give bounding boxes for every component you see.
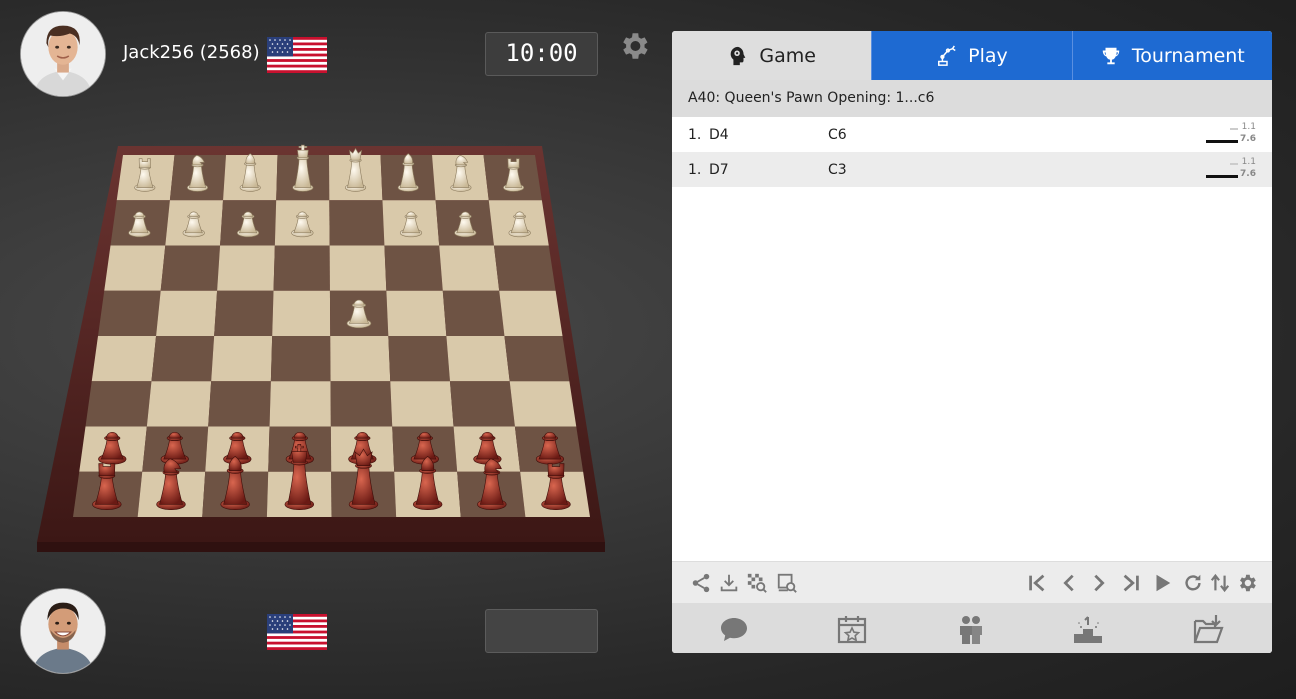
board-square[interactable] <box>272 290 331 336</box>
board-square[interactable] <box>330 381 393 427</box>
board-square[interactable] <box>217 245 275 291</box>
move-row[interactable]: 1. D7 C3 1.1 7.6 <box>672 152 1272 187</box>
tab-tournament[interactable]: Tournament <box>1071 31 1272 80</box>
board-square[interactable] <box>390 381 454 427</box>
board-square[interactable] <box>269 381 331 427</box>
board-square[interactable] <box>493 245 556 291</box>
open-folder-icon[interactable] <box>1192 613 1224 645</box>
board-square[interactable] <box>146 381 212 427</box>
analysis-search-icon[interactable] <box>776 572 798 594</box>
flip-board-icon[interactable] <box>1209 572 1231 594</box>
podium-icon[interactable] <box>1072 613 1104 645</box>
tab-game-label: Game <box>759 44 816 67</box>
eval-top-value: 1.1 <box>1241 122 1256 132</box>
bottom-player-clock <box>485 609 598 653</box>
prev-move-icon[interactable] <box>1058 572 1080 594</box>
board-square[interactable] <box>91 336 157 382</box>
board-search-icon[interactable] <box>746 572 768 594</box>
play-icon[interactable] <box>1151 572 1173 594</box>
board-square[interactable] <box>156 290 218 336</box>
tab-tournament-label: Tournament <box>1131 44 1245 67</box>
board-square[interactable] <box>446 336 510 382</box>
eval-bar-bottom <box>1206 175 1238 178</box>
us-flag-icon <box>267 37 327 73</box>
next-move-icon[interactable] <box>1088 572 1110 594</box>
chess-board[interactable] <box>30 110 620 570</box>
last-move-icon[interactable] <box>1120 572 1142 594</box>
refresh-icon[interactable] <box>1182 572 1204 594</box>
top-player-name: Jack256 (2568) <box>123 42 260 63</box>
move-list: 1. D4 C6 1.1 7.6 1. D7 C3 1.1 7.6 <box>672 117 1272 561</box>
panel-tabs: Game Play Tournament <box>672 31 1272 80</box>
white-move[interactable]: D7 <box>709 162 729 178</box>
eval-indicator: 1.1 7.6 <box>1200 157 1256 181</box>
board-square[interactable] <box>98 290 161 336</box>
eval-bottom-value: 7.6 <box>1240 134 1256 144</box>
board-square[interactable] <box>504 336 570 382</box>
us-flag-icon <box>267 614 327 650</box>
board-square[interactable] <box>160 245 221 291</box>
eval-top-value: 1.1 <box>1241 157 1256 167</box>
share-icon[interactable] <box>690 572 712 594</box>
board-square[interactable] <box>386 290 447 336</box>
move-number: 1. <box>688 126 702 143</box>
eval-bar-bottom <box>1206 140 1238 143</box>
board-square[interactable] <box>330 336 391 382</box>
board-square[interactable] <box>509 381 577 427</box>
board-square[interactable] <box>214 290 274 336</box>
move-row[interactable]: 1. D4 C6 1.1 7.6 <box>672 117 1272 152</box>
trophy-icon <box>1102 47 1120 64</box>
board-square[interactable] <box>449 381 515 427</box>
tab-play[interactable]: Play <box>871 31 1072 80</box>
eval-indicator: 1.1 7.6 <box>1200 122 1256 146</box>
board-square[interactable] <box>439 245 500 291</box>
board-square[interactable] <box>211 336 273 382</box>
first-move-icon[interactable] <box>1026 572 1048 594</box>
black-move[interactable]: C6 <box>828 127 847 143</box>
board-square[interactable] <box>85 381 152 427</box>
board-square[interactable] <box>208 381 271 427</box>
bottom-nav <box>672 603 1272 653</box>
brain-head-icon <box>731 46 746 65</box>
robot-arm-icon <box>938 45 956 66</box>
tab-play-label: Play <box>968 44 1008 67</box>
board-square[interactable] <box>329 200 385 246</box>
board-square[interactable] <box>384 245 443 291</box>
eval-bar-top <box>1230 128 1238 130</box>
player-avatar-top <box>20 11 106 97</box>
tab-game[interactable]: Game <box>672 31 872 80</box>
white-move[interactable]: D4 <box>709 127 729 143</box>
settings-icon[interactable] <box>1236 572 1258 594</box>
move-toolbar <box>672 561 1272 603</box>
calendar-star-icon[interactable] <box>836 613 868 645</box>
game-panel: Game Play Tournament A40: Queen's Pawn O… <box>672 31 1272 653</box>
gear-icon[interactable] <box>617 29 651 63</box>
opening-name: A40: Queen's Pawn Opening: 1...c6 <box>672 80 1272 117</box>
move-number: 1. <box>688 161 702 178</box>
board-square[interactable] <box>104 245 166 291</box>
chat-icon[interactable] <box>718 613 750 645</box>
board-square[interactable] <box>442 290 505 336</box>
board-square[interactable] <box>151 336 215 382</box>
eval-bar-top <box>1230 163 1238 165</box>
eval-bottom-value: 7.6 <box>1240 169 1256 179</box>
top-player-clock: 10:00 <box>485 32 598 76</box>
download-icon[interactable] <box>718 572 740 594</box>
board-square[interactable] <box>499 290 563 336</box>
board-square[interactable] <box>329 245 387 291</box>
board-square[interactable] <box>388 336 450 382</box>
friends-icon[interactable] <box>955 613 987 645</box>
board-square[interactable] <box>273 245 330 291</box>
player-avatar-bottom <box>20 588 106 674</box>
black-move[interactable]: C3 <box>828 162 847 178</box>
board-square[interactable] <box>270 336 331 382</box>
